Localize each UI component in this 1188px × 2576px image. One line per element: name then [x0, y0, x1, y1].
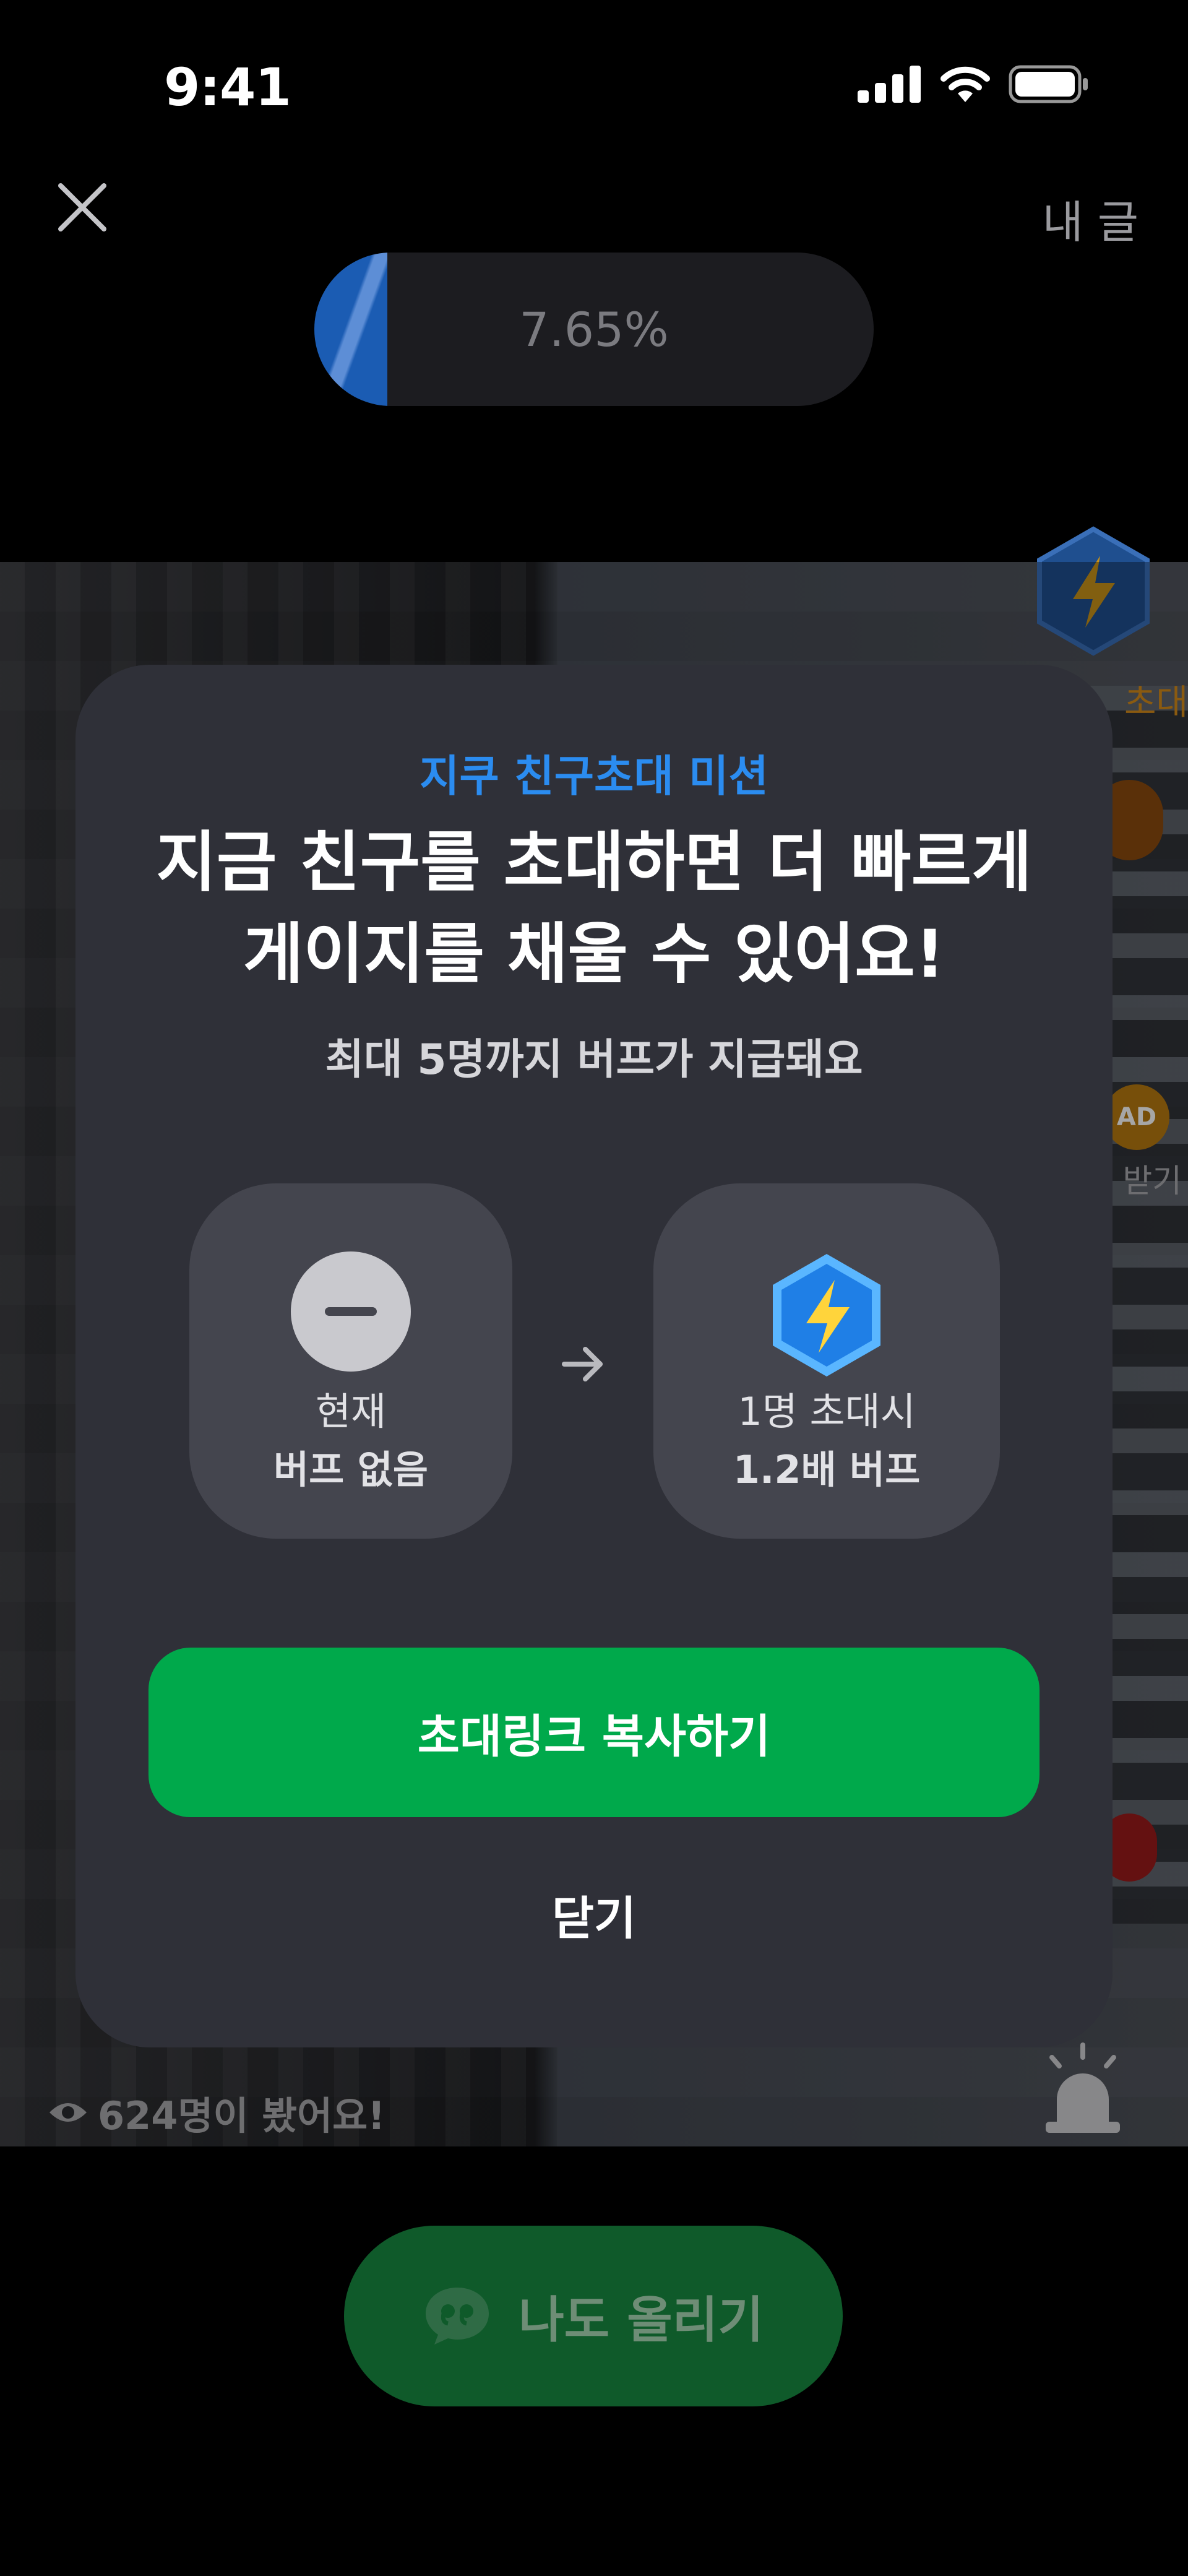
arrow-right-icon: [562, 1347, 603, 1381]
invite-buff-value: 1.2배 버프: [733, 1447, 921, 1492]
modal-close-button[interactable]: 닫기: [75, 1882, 1113, 1948]
close-icon[interactable]: [54, 179, 110, 235]
invite-buff-caption: 1명 초대시: [738, 1389, 916, 1434]
invite-mission-modal: 지쿠 친구초대 미션 지금 친구를 초대하면 더 빠르게 게이지를 채울 수 있…: [75, 665, 1113, 2047]
battery-icon: [1009, 65, 1088, 103]
minus-circle-icon: [291, 1251, 411, 1372]
current-buff-value: 버프 없음: [273, 1447, 428, 1492]
gauge-progress-label: 7.65%: [519, 301, 669, 357]
modal-title: 지금 친구를 초대하면 더 빠르게 게이지를 채울 수 있어요!: [75, 817, 1113, 1000]
chat-quote-icon: [426, 2288, 489, 2345]
wifi-icon: [940, 66, 990, 102]
gauge-progress-bar: 7.65%: [314, 253, 874, 406]
modal-title-line-2: 게이지를 채울 수 있어요!: [243, 916, 945, 992]
status-time: 9:41: [164, 57, 291, 118]
current-buff-caption: 현재: [315, 1389, 387, 1434]
status-icons: [858, 65, 1089, 103]
me-too-post-label: 나도 올리기: [519, 2291, 764, 2349]
screen: 9:41 내 글 7.65% 초대 AD 받기 624명이 봤어요! 나도 올리…: [0, 0, 1188, 2576]
lightning-hex-icon: [773, 1254, 880, 1377]
cellular-signal-icon: [858, 66, 921, 103]
modal-subtitle: 최대 5명까지 버프가 지급돼요: [325, 1035, 863, 1084]
invite-buff-card: 1명 초대시 1.2배 버프: [653, 1183, 1000, 1539]
copy-invite-link-button[interactable]: 초대링크 복사하기: [148, 1648, 1040, 1817]
me-too-post-button[interactable]: 나도 올리기: [344, 2226, 843, 2406]
modal-title-line-1: 지금 친구를 초대하면 더 빠르게: [156, 824, 1032, 901]
current-buff-card: 현재 버프 없음: [189, 1183, 512, 1539]
modal-eyebrow: 지쿠 친구초대 미션: [420, 751, 768, 802]
my-post-link[interactable]: 내 글: [1043, 186, 1138, 251]
